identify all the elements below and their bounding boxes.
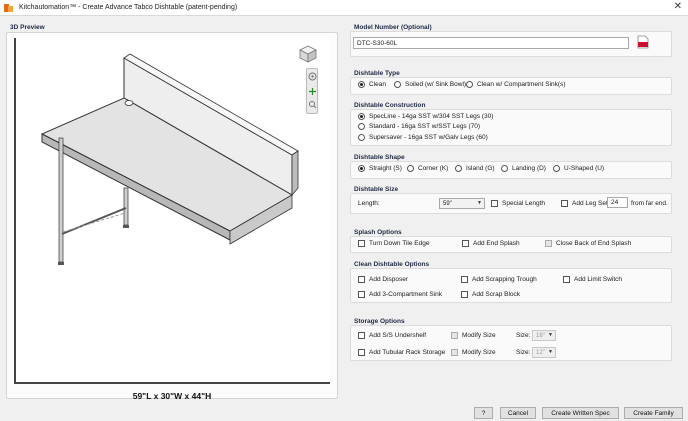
chevron-down-icon: ▼ <box>477 200 482 206</box>
construction-standard-radio[interactable]: Standard - 16ga SST w/SST Legs (70) <box>358 123 480 130</box>
dishtable-type-label: Dishtable Type <box>354 70 400 77</box>
radio-indicator <box>358 113 365 120</box>
checkbox-indicator <box>491 200 498 207</box>
checkbox-indicator <box>358 291 365 298</box>
3d-viewport[interactable] <box>14 38 330 384</box>
model-number-input[interactable]: DTC-S30-60L <box>353 37 629 49</box>
radio-indicator <box>358 81 365 88</box>
navigation-bar <box>306 68 318 114</box>
radio-indicator <box>358 134 365 141</box>
radio-indicator <box>501 165 508 172</box>
clean-options-label: Clean Dishtable Options <box>354 261 430 268</box>
create-written-spec-button[interactable]: Create Written Spec <box>542 407 619 419</box>
checkbox-indicator <box>563 276 570 283</box>
app-logo-icon <box>4 3 14 13</box>
undershelf-modify-size-checkbox: Modify Size <box>451 332 496 339</box>
leg-set-distance-input[interactable]: 24 <box>607 197 628 208</box>
dishtable-shape-label: Dishtable Shape <box>354 154 405 161</box>
dishtable-size-label: Dishtable Size <box>354 186 399 193</box>
add-limit-switch-checkbox[interactable]: Add Limit Switch <box>563 276 622 283</box>
undershelf-size-label: Size: <box>516 332 531 339</box>
shape-u-shaped-radio[interactable]: U-Shaped (U) <box>553 165 604 172</box>
add-leg-set-checkbox[interactable]: Add Leg Set <box>561 200 608 207</box>
rack-size-label: Size: <box>516 349 531 356</box>
radio-indicator <box>407 165 414 172</box>
radio-indicator <box>358 165 365 172</box>
radio-indicator <box>455 165 462 172</box>
close-back-end-splash-checkbox: Close Back of End Splash <box>545 240 631 247</box>
radio-indicator <box>466 81 473 88</box>
title-bar: Kitchautomation™ - Create Advance Tabco … <box>0 0 688 16</box>
chevron-down-icon: ▼ <box>548 349 553 355</box>
radio-indicator <box>553 165 560 172</box>
checkbox-indicator <box>451 349 458 356</box>
turn-down-tile-edge-checkbox[interactable]: Turn Down Tile Edge <box>358 240 429 247</box>
dishtable-construction-label: Dishtable Construction <box>354 102 426 109</box>
add-undershelf-checkbox[interactable]: Add S/S Undershelf <box>358 332 426 339</box>
shape-island-radio[interactable]: Island (G) <box>455 165 495 172</box>
preview-label: 3D Preview <box>10 24 45 31</box>
splash-options-label: Splash Options <box>354 229 402 236</box>
length-select[interactable]: 59" ▼ <box>439 198 485 209</box>
steering-wheel-icon[interactable] <box>308 72 317 81</box>
radio-indicator <box>394 81 401 88</box>
rack-size-select: 12" ▼ <box>532 347 556 358</box>
type-clean-compartment-radio[interactable]: Clean w/ Compartment Sink(s) <box>466 81 566 88</box>
view-cube-icon[interactable] <box>298 44 318 64</box>
shape-corner-radio[interactable]: Corner (K) <box>407 165 448 172</box>
add-tubular-rack-storage-checkbox[interactable]: Add Tubular Rack Storage <box>358 349 445 356</box>
checkbox-indicator <box>451 332 458 339</box>
add-3-compartment-sink-checkbox[interactable]: Add 3-Compartment Sink <box>358 291 442 298</box>
type-soiled-radio[interactable]: Soiled (w/ Sink Bowl) <box>394 81 466 88</box>
pan-icon[interactable] <box>308 87 317 96</box>
rack-modify-size-checkbox: Modify Size <box>451 349 496 356</box>
construction-supersaver-radio[interactable]: Supersaver - 16ga SST w/Galv Legs (60) <box>358 134 488 141</box>
add-scrapping-trough-checkbox[interactable]: Add Scrapping Trough <box>461 276 537 283</box>
construction-specline-radio[interactable]: SpecLine - 14ga SST w/304 SST Legs (30) <box>358 113 493 120</box>
add-end-splash-checkbox[interactable]: Add End Splash <box>462 240 520 247</box>
create-family-button[interactable]: Create Family <box>624 407 683 419</box>
chevron-down-icon: ▼ <box>548 332 553 338</box>
checkbox-indicator <box>545 240 552 247</box>
length-label: Length: <box>358 200 380 207</box>
checkbox-indicator <box>561 200 568 207</box>
add-disposer-checkbox[interactable]: Add Disposer <box>358 276 408 283</box>
close-icon[interactable]: ✕ <box>674 1 682 12</box>
storage-options-label: Storage Options <box>354 318 405 325</box>
cancel-button[interactable]: Cancel <box>500 407 536 419</box>
radio-indicator <box>358 123 365 130</box>
special-length-checkbox[interactable]: Special Length <box>491 200 545 207</box>
add-scrap-block-checkbox[interactable]: Add Scrap Block <box>461 291 520 298</box>
checkbox-indicator <box>461 276 468 283</box>
dimensions-caption: 59"L x 30"W x 44"H <box>132 391 212 401</box>
help-button[interactable]: ? <box>474 407 493 419</box>
checkbox-indicator <box>358 349 365 356</box>
shape-landing-radio[interactable]: Landing (D) <box>501 165 546 172</box>
undershelf-size-select: 18" ▼ <box>532 330 556 341</box>
checkbox-indicator <box>358 332 365 339</box>
shape-straight-radio[interactable]: Straight (S) <box>358 165 402 172</box>
pdf-icon[interactable] <box>637 35 649 49</box>
checkbox-indicator <box>461 291 468 298</box>
checkbox-indicator <box>462 240 469 247</box>
checkbox-indicator <box>358 240 365 247</box>
type-clean-radio[interactable]: Clean <box>358 81 386 88</box>
model-number-label: Model Number (Optional) <box>354 24 432 31</box>
window-title: Kitchautomation™ - Create Advance Tabco … <box>19 4 238 11</box>
checkbox-indicator <box>358 276 365 283</box>
dishtable-model-drawing <box>40 53 299 265</box>
from-far-end-label: from far end. <box>631 200 668 207</box>
zoom-icon[interactable] <box>308 100 317 109</box>
